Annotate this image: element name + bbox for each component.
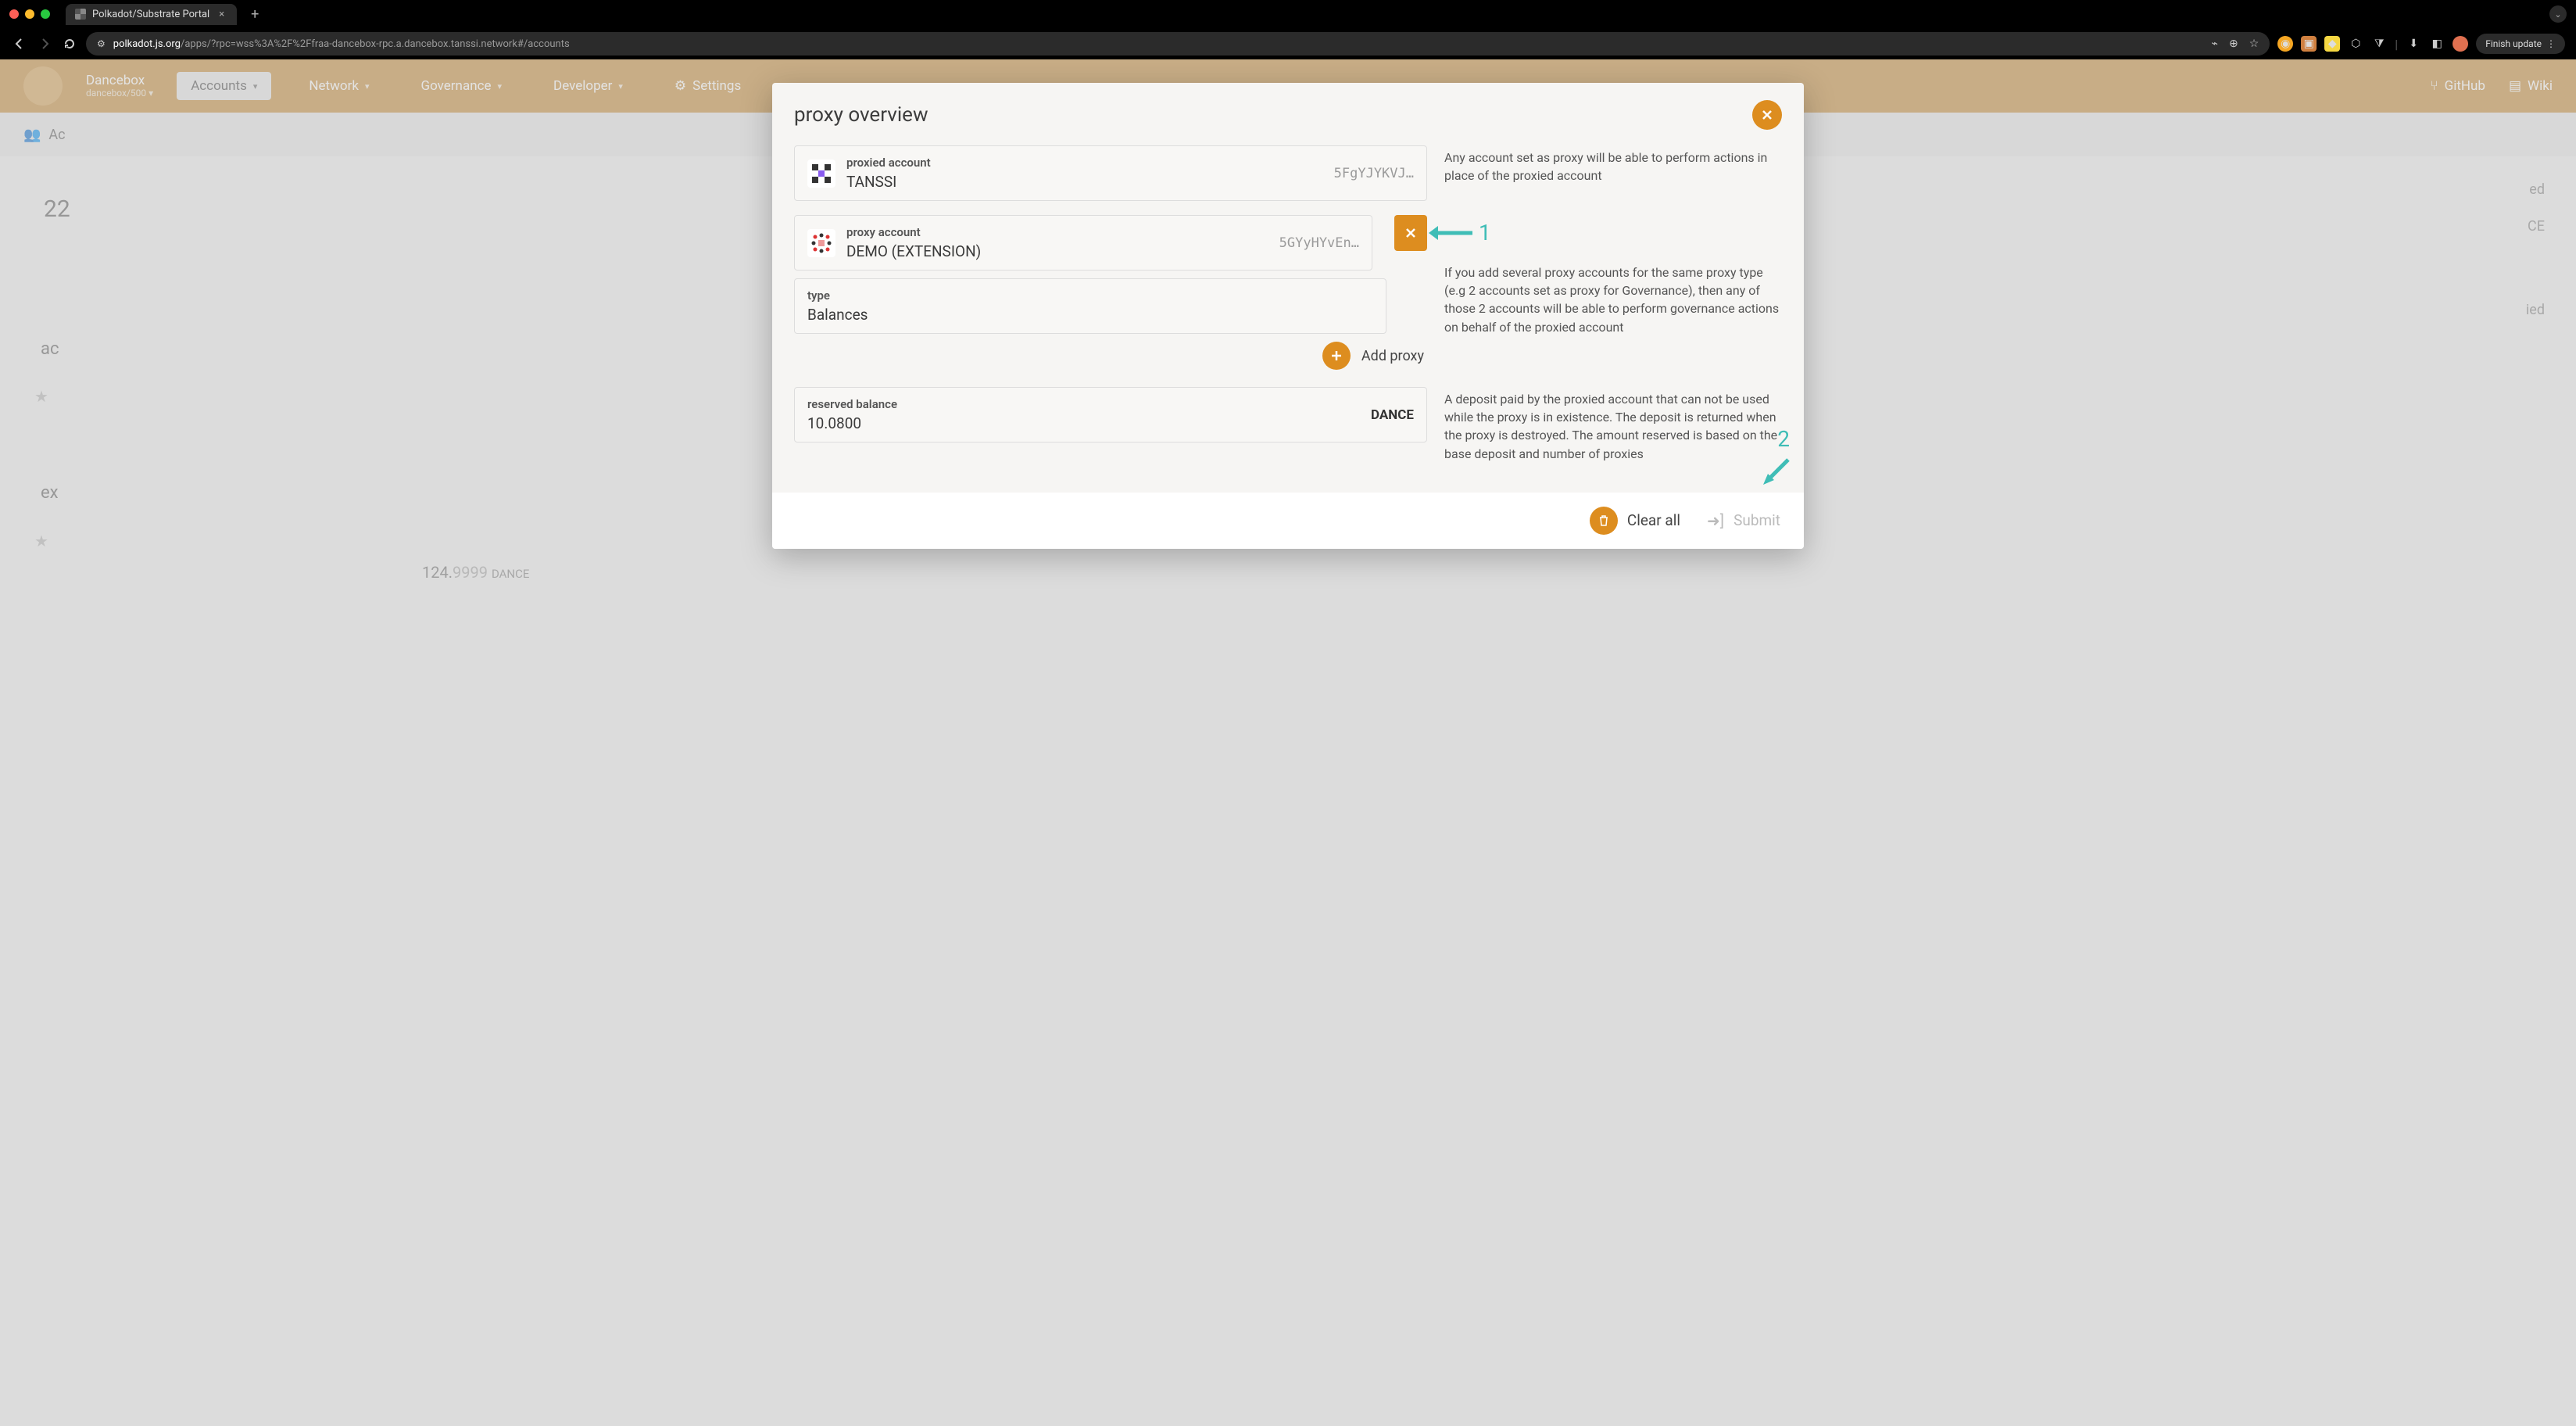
window-close-icon[interactable] (9, 9, 19, 19)
type-value: Balances (807, 306, 1373, 324)
add-proxy-button[interactable] (1322, 342, 1351, 370)
modal-title: proxy overview (794, 103, 928, 127)
proxy-overview-modal: proxy overview proxied account TANSSI (772, 83, 1804, 549)
proxy-account-field[interactable]: proxy account DEMO (EXTENSION) 5GYyHYvEn… (794, 215, 1372, 271)
reserved-label: reserved balance (807, 397, 1360, 411)
forward-button[interactable] (36, 35, 53, 52)
proxied-name: TANSSI (846, 173, 1323, 191)
ext-icon-1[interactable]: ◉ (2277, 36, 2293, 52)
tabs-dropdown-icon[interactable]: ⌄ (2549, 5, 2567, 23)
window-minimize-icon[interactable] (25, 9, 34, 19)
proxy-name: DEMO (EXTENSION) (846, 242, 1268, 260)
back-button[interactable] (11, 35, 28, 52)
profile-icon[interactable] (2453, 36, 2468, 52)
identicon-icon (807, 159, 835, 188)
clear-all-label: Clear all (1627, 511, 1680, 529)
signin-icon: ➜] (1707, 511, 1724, 530)
bookmark-icon[interactable]: ☆ (2249, 38, 2259, 50)
panel-icon[interactable]: ◧ (2429, 36, 2445, 52)
proxied-address: 5FgYJYKVJ… (1334, 166, 1414, 181)
finish-update-label: Finish update (2485, 38, 2542, 49)
modal-backdrop[interactable]: proxy overview proxied account TANSSI (0, 59, 2576, 1426)
browser-tab[interactable]: Polkadot/Substrate Portal × (66, 4, 237, 25)
modal-footer: Clear all ➜] Submit (772, 493, 1804, 549)
identicon-icon (807, 229, 835, 257)
type-label: type (807, 288, 1373, 303)
key-icon[interactable]: ⌁ (2212, 38, 2218, 50)
add-proxy-label[interactable]: Add proxy (1361, 348, 1424, 364)
proxied-account-field[interactable]: proxied account TANSSI 5FgYJYKVJ… (794, 145, 1427, 201)
ext-icon-3[interactable]: ◆ (2324, 36, 2340, 52)
url-domain: polkadot.js.org (113, 38, 181, 50)
remove-proxy-button[interactable] (1394, 215, 1427, 251)
help-proxied: Any account set as proxy will be able to… (1444, 145, 1782, 185)
tab-favicon-icon (75, 9, 86, 20)
tab-close-icon[interactable]: × (216, 9, 227, 20)
submit-button[interactable]: ➜] Submit (1707, 507, 1780, 535)
new-tab-button[interactable]: + (243, 6, 267, 23)
clear-all-button[interactable]: Clear all (1590, 507, 1680, 535)
close-icon (1404, 227, 1417, 239)
proxied-label: proxied account (846, 156, 1323, 170)
url-path: /apps/?rpc=wss%3A%2F%2Ffraa-dancebox-rpc… (181, 38, 570, 50)
reserved-unit: DANCE (1371, 407, 1414, 423)
window-maximize-icon[interactable] (41, 9, 50, 19)
window-controls (9, 9, 50, 19)
modal-close-button[interactable] (1752, 100, 1782, 130)
url-actions: ⌁ ⊕ ☆ (2212, 38, 2259, 50)
trash-icon (1590, 507, 1618, 535)
site-settings-icon[interactable]: ⚙ (97, 38, 106, 49)
url-bar[interactable]: ⚙ polkadot.js.org/apps/?rpc=wss%3A%2F%2F… (86, 32, 2270, 56)
downloads-icon[interactable]: ⬇ (2406, 36, 2421, 52)
nav-bar: ⚙ polkadot.js.org/apps/?rpc=wss%3A%2F%2F… (0, 28, 2576, 59)
zoom-icon[interactable]: ⊕ (2229, 38, 2238, 50)
close-icon (1761, 109, 1773, 121)
help-reserved: A deposit paid by the proxied account th… (1444, 387, 1782, 463)
finish-update-button[interactable]: Finish update ⋮ (2476, 34, 2565, 54)
submit-label: Submit (1733, 511, 1780, 529)
ext-icon-4[interactable]: ⬡ (2348, 36, 2363, 52)
help-type: If you add several proxy accounts for th… (1444, 215, 1782, 336)
plus-icon (1330, 349, 1343, 362)
reload-button[interactable] (61, 35, 78, 52)
tab-title: Polkadot/Substrate Portal (92, 9, 209, 20)
ext-icon-2[interactable]: ▣ (2301, 36, 2317, 52)
title-bar: Polkadot/Substrate Portal × + ⌄ (0, 0, 2576, 28)
add-proxy-row: Add proxy (794, 334, 1427, 373)
browser-chrome: Polkadot/Substrate Portal × + ⌄ ⚙ polkad… (0, 0, 2576, 59)
proxy-type-field[interactable]: type Balances (794, 278, 1386, 334)
proxy-address: 5GYyHYvEn… (1279, 235, 1359, 251)
proxy-label: proxy account (846, 225, 1268, 239)
extensions-menu-icon[interactable]: ⧩ (2371, 36, 2387, 52)
reserved-value: 10.0800 (807, 414, 1360, 432)
extensions: ◉ ▣ ◆ ⬡ ⧩ | ⬇ ◧ (2277, 36, 2468, 52)
kebab-icon: ⋮ (2546, 38, 2556, 49)
reserved-balance-field: reserved balance 10.0800 DANCE (794, 387, 1427, 442)
